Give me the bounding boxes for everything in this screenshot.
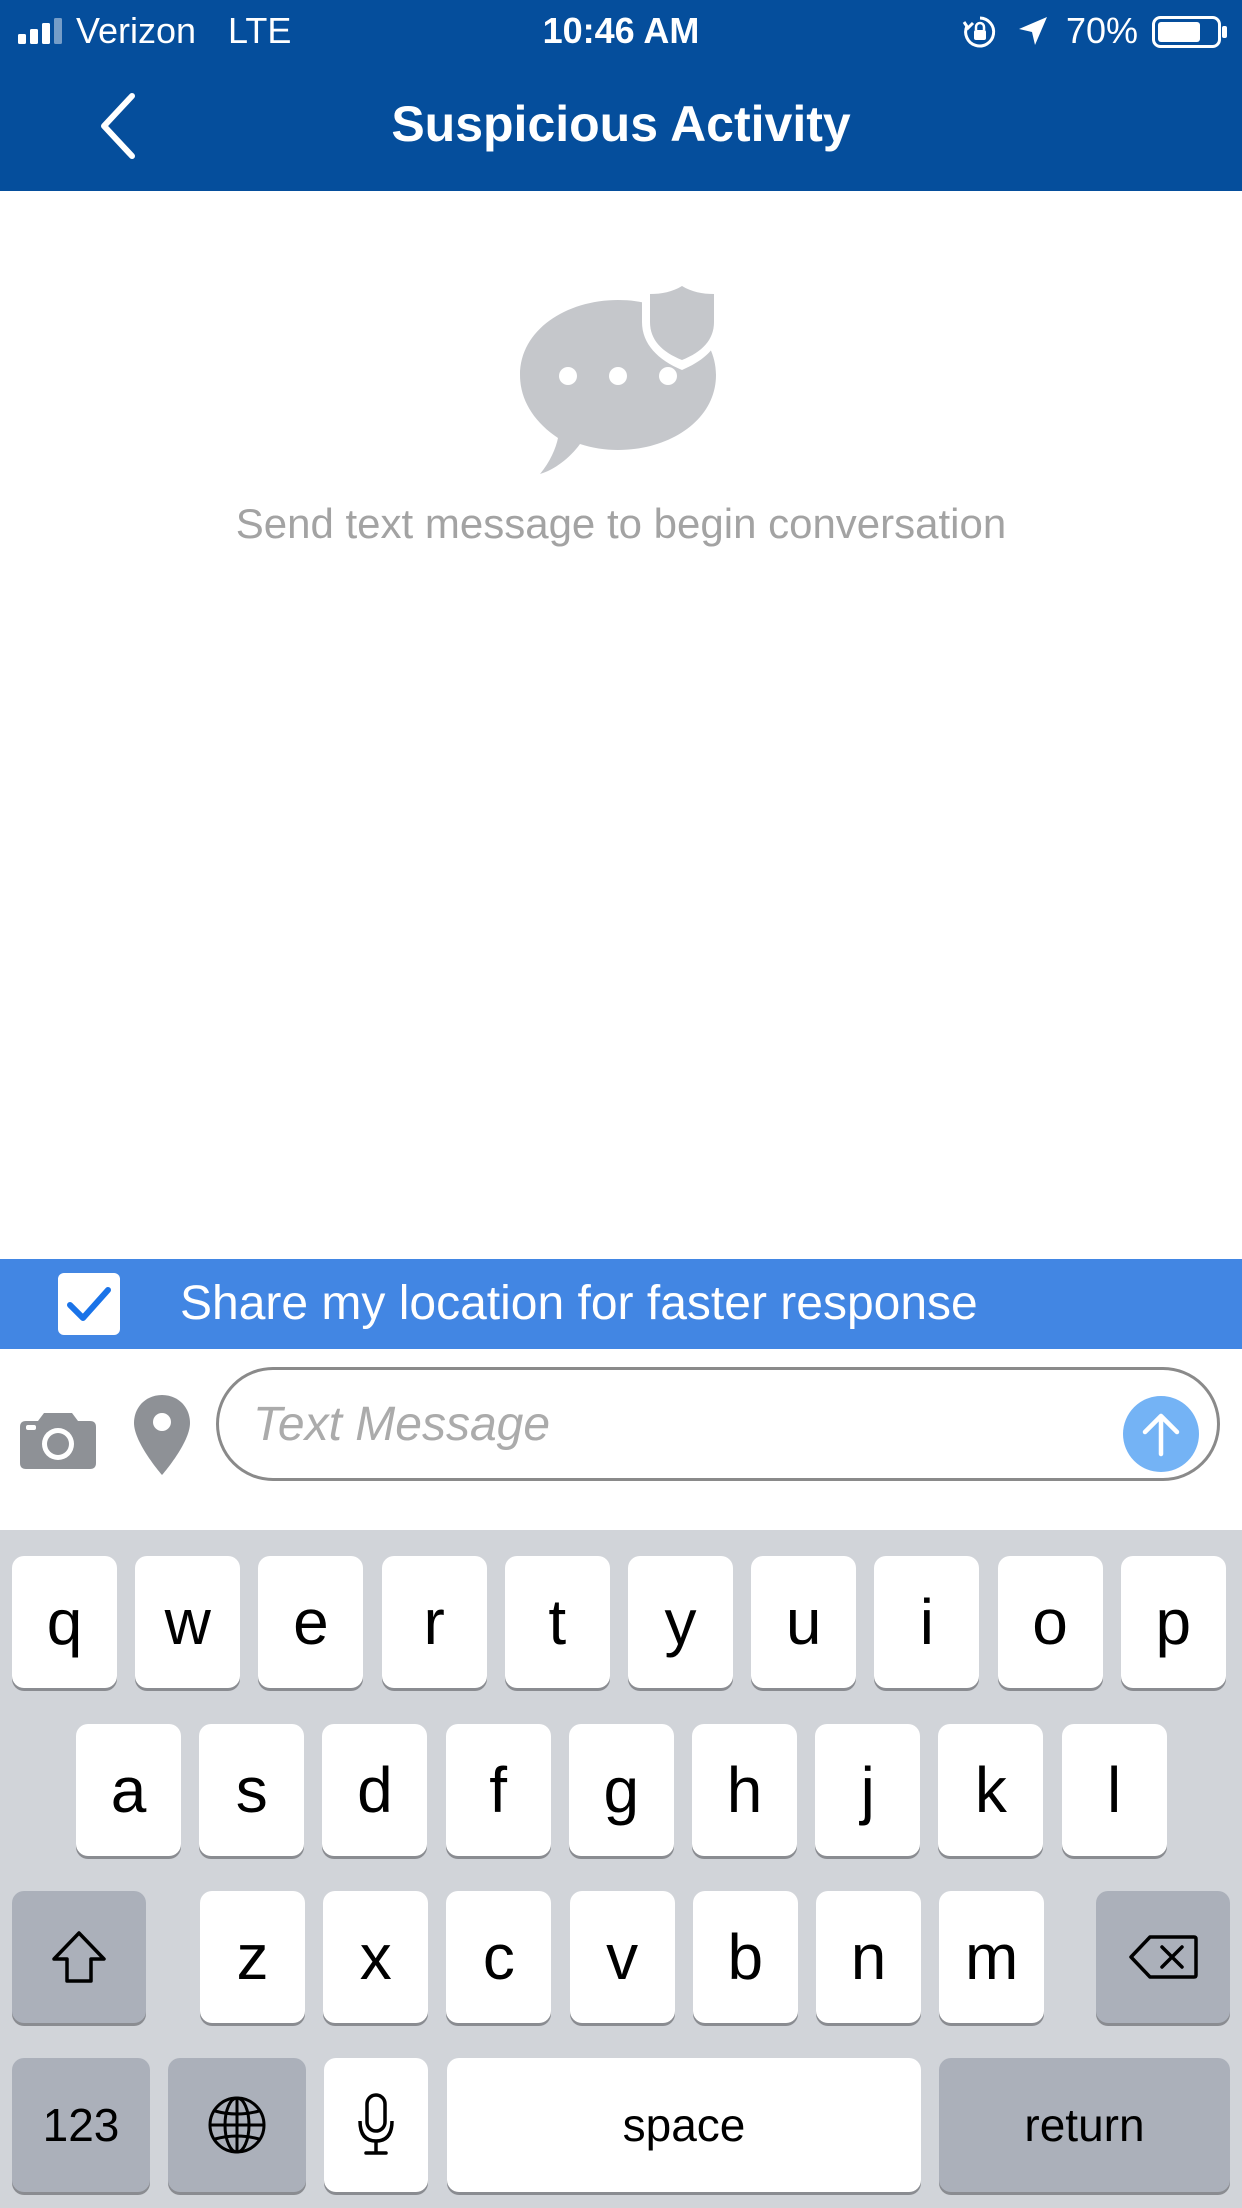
camera-button[interactable]: [20, 1409, 96, 1474]
key-g[interactable]: g: [568, 1724, 674, 1856]
key-m[interactable]: m: [939, 1891, 1045, 2023]
key-r[interactable]: r: [381, 1556, 487, 1688]
battery-percent: 70%: [1066, 10, 1139, 51]
key-v[interactable]: v: [569, 1891, 675, 2023]
key-q[interactable]: q: [12, 1556, 117, 1688]
checkmark-icon: [67, 1287, 111, 1321]
key-j[interactable]: j: [815, 1724, 921, 1856]
key-t[interactable]: t: [504, 1556, 610, 1688]
microphone-icon: [358, 2093, 394, 2155]
share-location-bar: Share my location for faster response: [0, 1259, 1242, 1349]
numbers-key[interactable]: 123: [12, 2058, 150, 2192]
globe-key[interactable]: [168, 2058, 306, 2192]
app-header: Verizon LTE 10:46 AM 70% Suspicious Acti…: [0, 0, 1242, 191]
globe-icon: [208, 2096, 266, 2154]
key-n[interactable]: n: [816, 1891, 921, 2023]
key-a[interactable]: a: [76, 1724, 181, 1856]
space-key[interactable]: space: [447, 2058, 921, 2192]
location-button[interactable]: [134, 1395, 190, 1480]
key-w[interactable]: w: [135, 1556, 241, 1688]
shift-arrow-icon: [52, 1931, 106, 1983]
key-s[interactable]: s: [199, 1724, 305, 1856]
empty-state-message: Send text message to begin conversation: [235, 500, 1007, 547]
dictation-key[interactable]: [324, 2058, 428, 2192]
location-pin-icon: [134, 1395, 190, 1475]
key-k[interactable]: k: [938, 1724, 1044, 1856]
key-i[interactable]: i: [874, 1556, 980, 1688]
delete-key[interactable]: [1096, 1891, 1230, 2023]
key-x[interactable]: x: [323, 1891, 429, 2023]
key-o[interactable]: o: [997, 1556, 1103, 1688]
key-h[interactable]: h: [692, 1724, 797, 1856]
status-clock: 10:46 AM: [542, 10, 700, 51]
page-title: Suspicious Activity: [391, 96, 851, 152]
key-d[interactable]: d: [322, 1724, 428, 1856]
key-l[interactable]: l: [1061, 1724, 1167, 1856]
share-location-label: Share my location for faster response: [180, 1277, 978, 1330]
location-arrow-icon: [1019, 17, 1047, 45]
key-f[interactable]: f: [445, 1724, 551, 1856]
key-z[interactable]: z: [200, 1891, 305, 2023]
key-b[interactable]: b: [692, 1891, 798, 2023]
key-p[interactable]: p: [1120, 1556, 1226, 1688]
return-key[interactable]: return: [939, 2058, 1230, 2192]
key-u[interactable]: u: [751, 1556, 857, 1688]
onscreen-keyboard: qwertyuiop asdfghjkl zxcvbnm 123 space r…: [0, 1530, 1242, 2208]
backspace-icon: [1129, 1935, 1198, 1979]
key-y[interactable]: y: [628, 1556, 733, 1688]
orientation-lock-icon: [962, 16, 996, 48]
key-e[interactable]: e: [258, 1556, 364, 1688]
share-location-checkbox[interactable]: [58, 1273, 120, 1335]
send-arrow-icon: [1142, 1413, 1180, 1457]
shift-key[interactable]: [12, 1891, 146, 2023]
battery-icon: [1152, 16, 1227, 48]
chat-bubble-shield-icon: [520, 280, 720, 474]
send-button[interactable]: [1123, 1396, 1199, 1472]
message-field[interactable]: [216, 1367, 1220, 1481]
camera-icon: [20, 1413, 96, 1469]
message-composer: [0, 1349, 1242, 1530]
key-c[interactable]: c: [446, 1891, 552, 2023]
message-input[interactable]: [253, 1392, 1113, 1456]
navigation-bar: Suspicious Activity: [0, 60, 1242, 191]
status-bar: Verizon LTE 10:46 AM 70%: [0, 0, 1242, 60]
